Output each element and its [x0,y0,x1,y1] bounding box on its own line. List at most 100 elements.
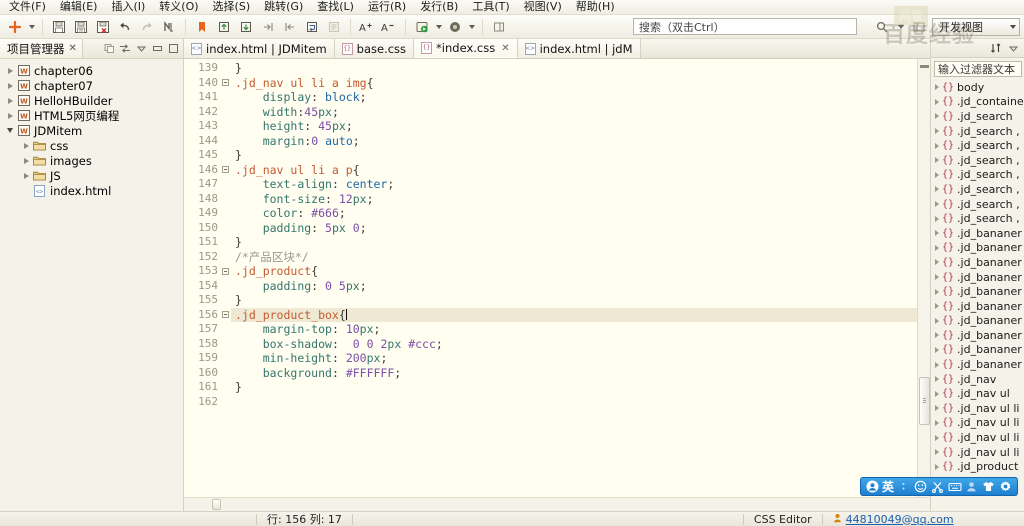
outline-item[interactable]: {} body [931,80,1024,95]
tab-project-explorer[interactable]: 项目管理器 ✕ [0,39,83,58]
chevron-right-icon[interactable] [931,244,942,251]
menu-select[interactable]: 选择(S) [206,0,258,14]
code-line[interactable]: font-size: 12px; [231,192,930,207]
chevron-right-icon[interactable] [931,259,942,266]
chevron-right-icon[interactable] [931,317,942,324]
keyboard-icon[interactable] [947,479,962,494]
save-button[interactable] [49,17,69,37]
editor-tab-0[interactable]: <> index.html | JDMitem [184,39,335,58]
chevron-right-icon[interactable] [931,128,942,135]
new-file-button[interactable] [5,17,25,37]
menu-file[interactable]: 文件(F) [2,0,53,14]
sogou-logo-icon[interactable] [865,479,880,494]
menu-escape[interactable]: 转义(O) [152,0,205,14]
save-all-button[interactable] [71,17,91,37]
fold-toggle-icon[interactable] [220,163,231,178]
outline-filter-input[interactable]: 输入过滤器文本 [934,61,1022,77]
tree-item-index-html[interactable]: <> index.html [0,183,183,198]
comment-button[interactable] [324,17,344,37]
maximize-icon[interactable] [166,42,180,56]
chevron-right-icon[interactable] [20,155,32,167]
outline-item[interactable]: {} .jd_search , [931,153,1024,168]
outline-item[interactable]: {} .jd_bananer [931,343,1024,358]
outdent-button[interactable] [280,17,300,37]
code-line[interactable]: } [231,61,930,76]
tree-item-chapter07[interactable]: Wchapter07 [0,78,183,93]
outline-item[interactable]: {} .jd_nav ul [931,386,1024,401]
tree-item-hellohbuilder[interactable]: W HelloHBuilder [0,93,183,108]
ime-toolbar[interactable]: 英 [860,477,1018,496]
outline-item[interactable]: {} .jd_search , [931,197,1024,212]
code-line[interactable]: .jd_nav ul li a p{ [231,163,930,178]
editor-horizontal-scrollbar[interactable] [184,497,930,511]
outline-list[interactable]: {} body{} .jd_containe{} .jd_search{} .jd_se… [931,79,1024,511]
code-line[interactable]: padding: 0 5px; [231,279,930,294]
close-icon[interactable]: ✕ [501,43,509,54]
view-menu-icon[interactable] [134,42,148,56]
vertical-scroll-thumb[interactable] [919,377,930,425]
menu-insert[interactable]: 插入(I) [104,0,152,14]
toggle-wrap-button[interactable] [302,17,322,37]
search-options-button[interactable] [872,17,892,37]
view-perspective-combo[interactable]: 开发视图 [932,18,1020,36]
account-status[interactable]: 44810049@qq.com [823,513,964,526]
editor-tab-2[interactable]: {} *index.css ✕ [414,39,518,58]
editor-vertical-scrollbar[interactable] [917,59,930,497]
chevron-right-icon[interactable] [931,84,942,91]
new-file-dropdown[interactable] [26,17,37,37]
settings-gear-icon[interactable] [998,479,1013,494]
menu-find[interactable]: 查找(L) [310,0,361,14]
outline-item[interactable]: {} .jd_bananer [931,270,1024,285]
chevron-right-icon[interactable] [931,186,942,193]
fold-toggle-icon[interactable] [220,76,231,91]
toggle-panel-button[interactable] [489,17,509,37]
outline-item[interactable]: {} .jd_nav ul li [931,416,1024,431]
sort-icon[interactable] [989,41,1003,55]
font-increase-button[interactable]: A [357,17,377,37]
code-line[interactable]: padding: 5px 0; [231,221,930,236]
chevron-right-icon[interactable] [931,419,942,426]
prev-bookmark-button[interactable] [214,17,234,37]
run-button[interactable] [412,17,432,37]
menu-edit[interactable]: 编辑(E) [53,0,105,14]
chevron-right-icon[interactable] [931,98,942,105]
code-line[interactable]: } [231,148,930,163]
outline-item[interactable]: {} .jd_bananer [931,255,1024,270]
menu-help[interactable]: 帮助(H) [569,0,622,14]
menu-tools[interactable]: 工具(T) [465,0,516,14]
chevron-right-icon[interactable] [20,140,32,152]
save-close-button[interactable] [93,17,113,37]
outline-item[interactable]: {} .jd_search , [931,182,1024,197]
skin-icon[interactable] [981,479,996,494]
redo-button[interactable] [137,17,157,37]
outline-item[interactable]: {} .jd_nav ul li [931,401,1024,416]
code-line[interactable]: .jd_product{ [231,264,930,279]
ime-language-label[interactable]: 英 [882,478,894,495]
code-line[interactable]: } [231,293,930,308]
editor-tab-1[interactable]: {} base.css [334,39,415,58]
code-line[interactable]: min-height: 200px; [231,351,930,366]
chevron-right-icon[interactable] [931,113,942,120]
code-text[interactable]: } .jd_nav ul li a img{ display: block; wi… [231,59,930,497]
user-icon[interactable] [964,479,979,494]
code-line[interactable] [231,395,930,410]
outline-item[interactable]: {} .jd_nav [931,372,1024,387]
close-icon[interactable]: ✕ [69,43,77,54]
preview-dropdown[interactable] [466,17,477,37]
code-line[interactable]: height: 45px; [231,119,930,134]
outline-item[interactable]: {} .jd_search , [931,168,1024,183]
outline-item[interactable]: {} .jd_bananer [931,284,1024,299]
chevron-right-icon[interactable] [931,463,942,470]
tree-item-jdmitem[interactable]: W JDMitem [0,123,183,138]
chevron-right-icon[interactable] [931,171,942,178]
outline-item[interactable]: {} .jd_nav ul li [931,430,1024,445]
outline-item[interactable]: {} .jd_bananer [931,328,1024,343]
scissors-icon[interactable] [930,479,945,494]
fold-toggle-icon[interactable] [220,308,231,323]
chevron-right-icon[interactable] [931,142,942,149]
menu-goto[interactable]: 跳转(G) [257,0,310,14]
project-tree[interactable]: Wchapter06 Wchapter07 W HelloHBuilder W HTML5… [0,59,183,511]
chevron-right-icon[interactable] [931,405,942,412]
outline-item[interactable]: {} .jd_bananer [931,299,1024,314]
bookmark-button[interactable] [192,17,212,37]
